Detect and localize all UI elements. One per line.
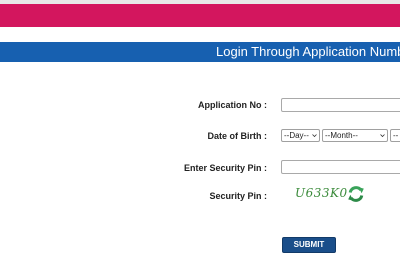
captcha-image: U633K0 (295, 186, 348, 200)
security-pin-input[interactable] (281, 160, 400, 174)
dob-month-value: --Month-- (325, 131, 358, 140)
page-title: Login Through Application Number (216, 44, 400, 59)
refresh-captcha-button[interactable] (346, 184, 366, 204)
dob-day-select[interactable]: --Day-- (281, 129, 320, 142)
date-of-birth-label: Date of Birth : (207, 131, 268, 141)
refresh-icon (348, 186, 364, 202)
enter-security-pin-label: Enter Security Pin : (183, 163, 267, 173)
dob-year-select[interactable]: -- (390, 129, 400, 142)
title-bar: Login Through Application Number (0, 42, 400, 62)
dob-day-value: --Day-- (284, 131, 309, 140)
chevron-down-icon (312, 134, 317, 138)
security-pin-label: Security Pin : (209, 191, 267, 201)
application-no-input[interactable] (281, 98, 400, 112)
dob-month-select[interactable]: --Month-- (322, 129, 388, 142)
application-no-label: Application No : (198, 100, 267, 110)
submit-button[interactable]: SUBMIT (282, 237, 336, 253)
chevron-down-icon (380, 134, 385, 138)
dob-year-value: -- (393, 131, 399, 140)
top-banner (0, 0, 400, 27)
